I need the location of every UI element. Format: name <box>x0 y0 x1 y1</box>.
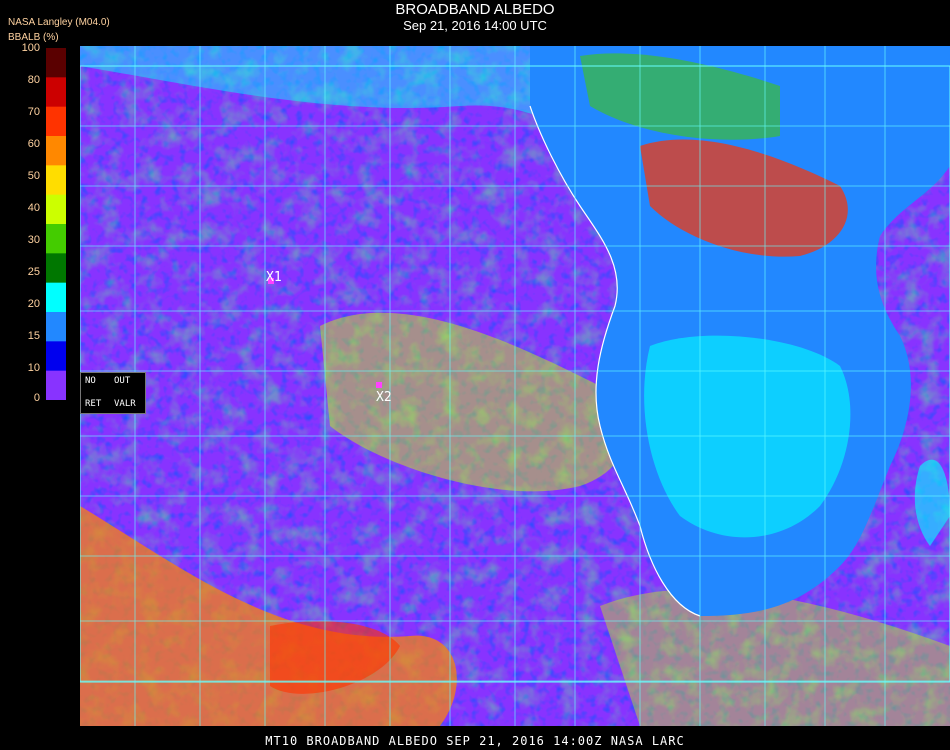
scale-tick: 40 <box>27 202 40 214</box>
source-label: NASA Langley (M04.0) <box>8 17 110 28</box>
scale-tick: 50 <box>27 170 40 182</box>
scale-tick: 25 <box>27 266 40 278</box>
scale-band <box>46 136 66 166</box>
scale-tick: 80 <box>27 74 40 86</box>
scale-band <box>46 48 66 78</box>
scale-tick: 15 <box>27 330 40 342</box>
scale-band <box>46 341 66 372</box>
color-scale <box>46 48 66 400</box>
scale-band <box>46 370 66 400</box>
status-out: OUT <box>114 376 131 386</box>
status-no: NO <box>85 376 96 386</box>
scale-band <box>46 194 66 225</box>
status-ret: RET <box>85 399 102 409</box>
marker-x2: X2 <box>376 390 392 405</box>
scale-tick: 100 <box>21 42 40 54</box>
scale-band <box>46 282 66 313</box>
scale-band <box>46 253 66 284</box>
marker-x1: X1 <box>266 270 282 285</box>
marker-dot-x2 <box>376 382 382 388</box>
scale-band <box>46 312 66 342</box>
scale-tick: 0 <box>33 392 40 404</box>
scale-band <box>46 165 66 196</box>
scale-band <box>46 77 66 108</box>
map-title: BROADBAND ALBEDO <box>395 1 555 18</box>
scale-band <box>46 224 66 254</box>
footer-caption: MT10 BROADBAND ALBEDO SEP 21, 2016 14:00… <box>265 734 685 748</box>
scale-tick: 70 <box>27 106 40 118</box>
scale-tick: 10 <box>27 362 40 374</box>
scale-band <box>46 106 66 137</box>
scale-tick: 20 <box>27 298 40 310</box>
scale-tick: 30 <box>27 234 40 246</box>
map-subtitle: Sep 21, 2016 14:00 UTC <box>403 18 547 33</box>
status-valr: VALR <box>114 399 136 409</box>
satellite-map <box>80 46 950 726</box>
scale-tick: 60 <box>27 138 40 150</box>
status-box: NO OUT RET VALR <box>80 372 146 414</box>
